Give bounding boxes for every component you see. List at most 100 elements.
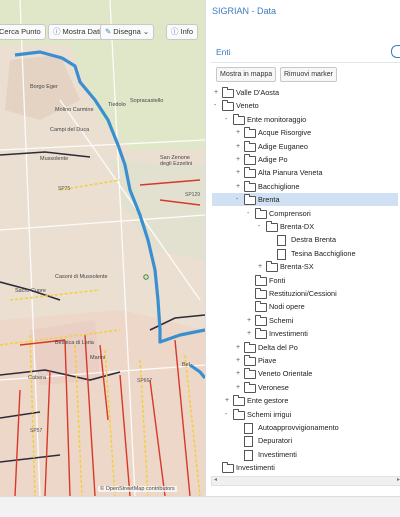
tree-node[interactable]: + Delta del Po — [212, 341, 398, 354]
tree-node[interactable]: - Ente monitoraggio — [212, 113, 398, 126]
tree-node[interactable]: + Piave — [212, 354, 398, 367]
road-label: SP129 — [185, 192, 201, 198]
folder-icon — [222, 87, 234, 98]
collapse-icon[interactable]: - — [214, 99, 216, 112]
tree-node[interactable]: Investimenti — [212, 461, 398, 474]
tree-node[interactable]: - Brenta — [212, 193, 398, 207]
search-point-button[interactable]: Cerca Punto — [0, 24, 46, 40]
expand-icon[interactable]: + — [236, 341, 240, 354]
folder-icon — [233, 395, 245, 407]
tree-node[interactable]: + Brenta-SX — [212, 260, 398, 273]
map-label: Tiedolo — [108, 102, 126, 108]
tree-node[interactable]: + Bacchiglione — [212, 180, 398, 193]
tree-node[interactable]: + Acque Risorgive — [212, 126, 398, 139]
expand-icon[interactable]: + — [247, 314, 251, 327]
tree-node[interactable]: + Valle D'Aosta — [212, 86, 398, 99]
info-button[interactable]: ⓘ Info — [166, 24, 199, 40]
expand-icon[interactable]: + — [236, 180, 240, 193]
enti-section-header: Enti — [211, 42, 400, 63]
tree-node-label: Brenta-DX — [280, 222, 315, 231]
document-icon — [244, 423, 253, 434]
expand-icon[interactable]: + — [258, 260, 262, 273]
expand-icon[interactable]: + — [236, 367, 240, 380]
show-data-button[interactable]: ⓘ Mostra Dati — [48, 24, 106, 40]
map-label: San Zenone degli Ezzelini — [160, 155, 193, 167]
road-label: SP75 — [58, 186, 71, 192]
collapse-icon[interactable]: - — [258, 220, 260, 233]
horizontal-scrollbar[interactable]: ◂ ▸ — [211, 476, 400, 486]
map-attribution[interactable]: © OpenStreetMap contributors — [98, 486, 177, 492]
expand-icon[interactable]: + — [214, 86, 218, 99]
tree-node-label: Adige Euganeo — [258, 141, 308, 151]
tree-node-label: Nodi opere — [269, 302, 305, 312]
panel-title: SIGRIAN - Data — [212, 6, 277, 16]
tree-node-label: Fonti — [269, 275, 286, 285]
tree-node[interactable]: Depuratori — [212, 434, 398, 448]
scroll-left-icon[interactable]: ◂ — [214, 476, 217, 483]
info-circle-icon: ⓘ — [53, 27, 61, 36]
tree-node[interactable]: Restituzioni/Cessioni — [212, 287, 398, 300]
show-on-map-button[interactable]: Mostra in mappa — [216, 67, 277, 82]
draw-dropdown-button[interactable]: ✎ Disegna ⌄ — [100, 24, 155, 40]
tree-node-label: Destra Brenta — [291, 235, 337, 245]
expand-icon[interactable]: + — [247, 327, 251, 340]
expand-icon[interactable]: + — [236, 126, 240, 139]
folder-icon — [244, 194, 256, 206]
tree-node[interactable]: - Brenta-DX — [212, 220, 398, 233]
map-toolbar: Cerca Punto ⓘ Mostra Dati ✎ Disegna ⌄ ⓘ Inf… — [0, 24, 205, 40]
road-label: SP667 — [137, 378, 153, 384]
tree-node[interactable]: + Adige Euganeo — [212, 140, 398, 153]
collapse-icon[interactable]: - — [225, 113, 227, 126]
tree-node-label: Veneto Orientale — [258, 369, 313, 379]
folder-icon — [222, 100, 234, 112]
tree-node[interactable]: Investimenti — [212, 448, 398, 461]
expand-icon[interactable]: + — [236, 381, 240, 394]
tree-node[interactable]: + Schemi — [212, 314, 398, 327]
map-canvas[interactable] — [0, 0, 205, 496]
tree-node[interactable]: + Veronese — [212, 381, 398, 394]
tree-node-label: Veneto — [236, 101, 259, 111]
bottom-bar — [0, 496, 400, 517]
map-label: Sacro Cuore — [15, 288, 46, 294]
tree-node[interactable]: - Comprensori — [212, 207, 398, 220]
collapse-icon[interactable]: - — [225, 408, 227, 421]
folder-icon — [244, 154, 256, 165]
map-view[interactable]: Cerca Punto ⓘ Mostra Dati ✎ Disegna ⌄ ⓘ Inf… — [0, 0, 205, 496]
tree-node[interactable]: Tesina Bacchiglione — [212, 247, 398, 260]
draw-icon: ✎ — [105, 27, 112, 36]
tree-node[interactable]: - Veneto — [212, 99, 398, 112]
tree-node[interactable]: Fonti — [212, 274, 398, 287]
tree-node[interactable]: + Ente gestore — [212, 394, 398, 407]
tree-node[interactable]: + Investimenti — [212, 327, 398, 340]
folder-icon — [244, 341, 256, 353]
tree-node[interactable]: - Schemi irrigui — [212, 408, 398, 421]
expand-icon[interactable]: + — [236, 166, 240, 179]
tree-node[interactable]: Autoapprovvigionamento — [212, 421, 398, 434]
document-icon — [244, 449, 253, 461]
tree-node[interactable]: Nodi opere — [212, 300, 398, 313]
data-panel: SIGRIAN - Data Enti Mostra in mappa Rimu… — [205, 0, 400, 496]
expand-icon[interactable]: + — [236, 140, 240, 153]
folder-icon — [244, 180, 256, 192]
tree-node-label: Delta del Po — [258, 342, 298, 352]
expand-icon[interactable]: + — [236, 153, 240, 166]
expand-icon[interactable]: + — [225, 394, 229, 407]
folder-icon — [244, 167, 256, 179]
remove-marker-button[interactable]: Rimuovi marker — [280, 67, 338, 82]
tree-node-label: Piave — [258, 356, 277, 365]
entity-tree: + Valle D'Aosta - Veneto - Ente monitoraggio +… — [212, 86, 398, 476]
tree-node-label: Veronese — [258, 382, 289, 392]
tree-node[interactable]: + Alta Pianura Veneta — [212, 166, 398, 179]
expand-icon[interactable]: + — [236, 354, 240, 367]
tree-node[interactable]: + Veneto Orientale — [212, 367, 398, 380]
tree-node-label: Depuratori — [258, 436, 293, 446]
collapse-icon[interactable]: - — [247, 207, 249, 220]
tree-node-label: Bacchiglione — [258, 181, 300, 191]
collapse-icon[interactable]: - — [236, 193, 238, 206]
map-label: Mussolente — [40, 156, 69, 162]
folder-icon — [266, 221, 278, 232]
tree-node[interactable]: Destra Brenta — [212, 233, 398, 247]
tree-node-label: Investimenti — [269, 329, 308, 339]
collapse-handle-icon[interactable] — [391, 45, 400, 58]
tree-node[interactable]: + Adige Po — [212, 153, 398, 166]
